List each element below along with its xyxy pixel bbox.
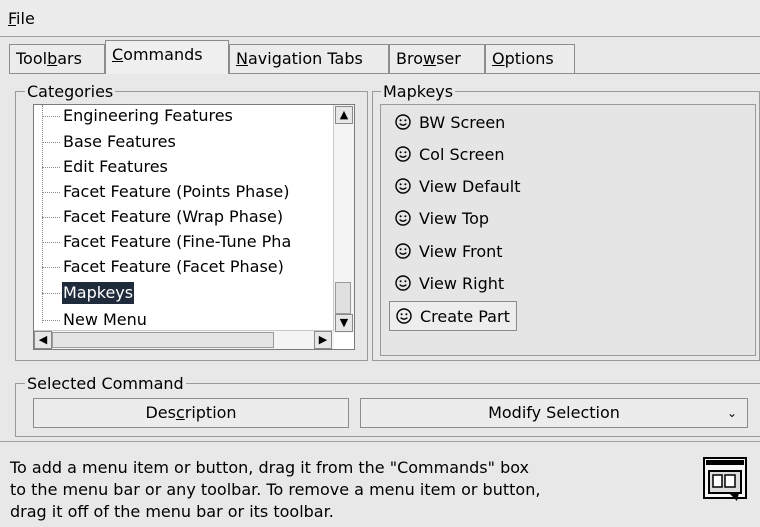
tab-navigation-tabs[interactable]: Navigation Tabs xyxy=(229,44,389,73)
tree-item-label: New Menu xyxy=(63,310,147,329)
tree-item-label: Edit Features xyxy=(63,157,168,176)
tree-item-selected[interactable]: Mapkeys xyxy=(34,282,334,304)
mapkeys-legend: Mapkeys xyxy=(381,82,456,101)
mapkey-label: BW Screen xyxy=(419,113,506,132)
scroll-up-arrow-icon[interactable]: ▲ xyxy=(335,106,353,124)
mapkey-label: View Default xyxy=(419,177,521,196)
mapkey-item[interactable]: View Default xyxy=(389,172,527,202)
tab-browser[interactable]: Browser xyxy=(389,44,485,73)
tree-item[interactable]: Edit Features xyxy=(34,156,334,178)
smiley-icon xyxy=(395,177,411,194)
tree-item[interactable]: Facet Feature (Points Phase) xyxy=(34,181,334,203)
smiley-icon xyxy=(395,145,411,162)
categories-legend: Categories xyxy=(25,82,116,101)
smiley-icon xyxy=(395,209,411,226)
tree-item[interactable]: Facet Feature (Fine-Tune Pha xyxy=(34,231,334,253)
toolbar-window-icon xyxy=(703,457,747,501)
mapkey-label: Create Part xyxy=(420,307,510,326)
status-text: To add a menu item or button, drag it fr… xyxy=(10,458,541,521)
mapkey-item[interactable]: BW Screen xyxy=(389,108,511,138)
vertical-scroll-thumb[interactable] xyxy=(335,282,351,314)
tab-options[interactable]: Options xyxy=(485,44,575,73)
tree-item[interactable]: New Menu xyxy=(34,309,334,331)
tree-item[interactable]: Base Features xyxy=(34,131,334,153)
tree-item[interactable]: Engineering Features xyxy=(34,105,334,127)
mapkeys-list: BW Screen Col Screen View Default View T… xyxy=(380,104,756,356)
tree-item-label: Engineering Features xyxy=(63,106,233,125)
scroll-down-arrow-icon[interactable]: ▼ xyxy=(335,314,353,332)
menu-file[interactable]: File xyxy=(8,9,35,28)
mapkey-item[interactable]: Col Screen xyxy=(389,140,511,170)
description-button[interactable]: Description xyxy=(33,398,349,428)
mapkey-item[interactable]: View Top xyxy=(389,204,495,234)
selected-command-legend: Selected Command xyxy=(25,374,186,393)
horizontal-scrollbar[interactable]: ◀ ▶ xyxy=(34,330,334,349)
tab-commands[interactable]: Commands xyxy=(105,40,229,74)
modify-selection-button[interactable]: Modify Selection ⌄ xyxy=(360,398,748,428)
modify-selection-label: Modify Selection xyxy=(488,403,620,422)
tree-item-label: Mapkeys xyxy=(62,282,135,304)
mapkey-item[interactable]: View Right xyxy=(389,269,510,299)
mapkey-label: View Front xyxy=(419,242,503,261)
tab-toolbars[interactable]: Toolbars xyxy=(9,44,105,73)
mapkey-label: Col Screen xyxy=(419,145,505,164)
tree-item-label: Facet Feature (Points Phase) xyxy=(63,182,290,201)
mapkey-item-boxed[interactable]: Create Part xyxy=(389,301,517,331)
tree-item[interactable]: Facet Feature (Wrap Phase) xyxy=(34,206,334,228)
mapkey-label: View Right xyxy=(419,274,505,293)
vertical-scrollbar[interactable]: ▲ ▼ xyxy=(333,105,354,333)
scroll-right-arrow-icon[interactable]: ▶ xyxy=(314,331,332,349)
mapkey-item[interactable]: View Front xyxy=(389,237,509,267)
mapkey-label: View Top xyxy=(419,209,490,228)
scroll-left-arrow-icon[interactable]: ◀ xyxy=(34,331,52,349)
smiley-icon xyxy=(395,274,411,291)
tree-item[interactable]: Facet Feature (Facet Phase) xyxy=(34,256,334,278)
smiley-icon xyxy=(395,242,411,259)
smiley-icon xyxy=(396,307,412,324)
smiley-icon xyxy=(395,113,411,130)
tree-item-label: Facet Feature (Wrap Phase) xyxy=(63,207,284,226)
categories-list[interactable]: Engineering Features Base Features Edit … xyxy=(33,104,355,350)
tree-item-label: Facet Feature (Fine-Tune Pha xyxy=(63,232,292,251)
status-area: To add a menu item or button, drag it fr… xyxy=(0,441,760,527)
menu-bar: File xyxy=(0,0,760,37)
chevron-down-icon: ⌄ xyxy=(726,406,737,420)
tree-item-label: Base Features xyxy=(63,132,176,151)
tree-item-label: Facet Feature (Facet Phase) xyxy=(63,257,284,276)
horizontal-scroll-thumb[interactable] xyxy=(52,332,274,348)
